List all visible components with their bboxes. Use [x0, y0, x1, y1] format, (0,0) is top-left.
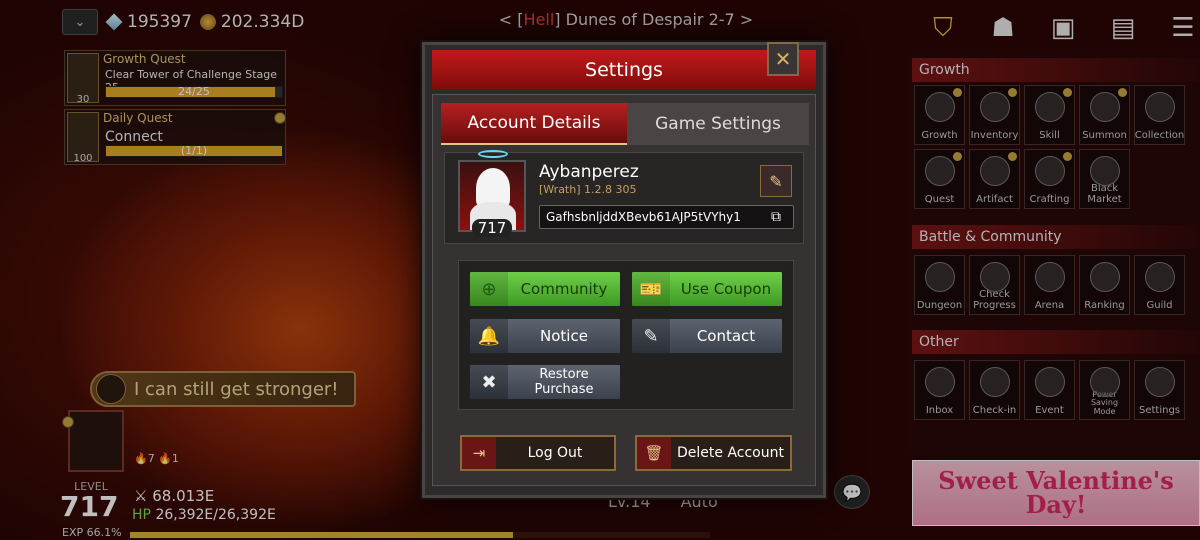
quill-icon: ✎ [632, 319, 670, 353]
account-id-field: GafhsbnljddXBevb61AJP5tVYhy1 [539, 205, 794, 229]
copy-icon: ⧉ [771, 209, 781, 225]
delete-account-label: Delete Account [677, 445, 784, 461]
trash-icon: 🗑 [637, 437, 671, 469]
wrench-icon: ✖ [470, 365, 508, 399]
tab-game-settings[interactable]: Game Settings [627, 103, 809, 145]
log-out-button[interactable]: ⇥ Log Out [460, 435, 616, 471]
delete-account-button[interactable]: 🗑 Delete Account [635, 435, 792, 471]
globe-icon: ⊕ [470, 272, 508, 306]
profile-name: Aybanperez [539, 162, 639, 182]
crossed-axes-close-icon: ✕ [774, 47, 792, 71]
contact-button[interactable]: ✎ Contact [631, 318, 783, 354]
notice-button[interactable]: 🔔 Notice [469, 318, 621, 354]
restore-purchase-button[interactable]: ✖ Restore Purchase [469, 364, 621, 400]
contact-label: Contact [696, 327, 756, 345]
bell-icon: 🔔 [470, 319, 508, 353]
ticket-icon: 🎫 [632, 272, 670, 306]
close-button[interactable]: ✕ [767, 42, 799, 76]
edit-profile-button[interactable]: ✎ [760, 165, 792, 197]
tab-account-details[interactable]: Account Details [441, 103, 627, 145]
community-button[interactable]: ⊕ Community [469, 271, 621, 307]
copy-id-button[interactable]: ⧉ [766, 207, 786, 227]
restore-label: Restore Purchase [534, 367, 594, 397]
use-coupon-button[interactable]: 🎫 Use Coupon [631, 271, 783, 307]
settings-header: Settings [432, 50, 816, 90]
profile-level: 717 [472, 219, 512, 237]
profile-version: [Wrath] 1.2.8 305 [539, 183, 637, 196]
exit-door-icon: ⇥ [462, 437, 496, 469]
coupon-label: Use Coupon [680, 280, 772, 298]
quill-icon: ✎ [769, 171, 783, 191]
notice-label: Notice [540, 327, 588, 345]
settings-title: Settings [585, 59, 663, 81]
community-label: Community [520, 280, 608, 298]
log-out-label: Log Out [527, 445, 583, 461]
halo-icon [478, 150, 508, 158]
